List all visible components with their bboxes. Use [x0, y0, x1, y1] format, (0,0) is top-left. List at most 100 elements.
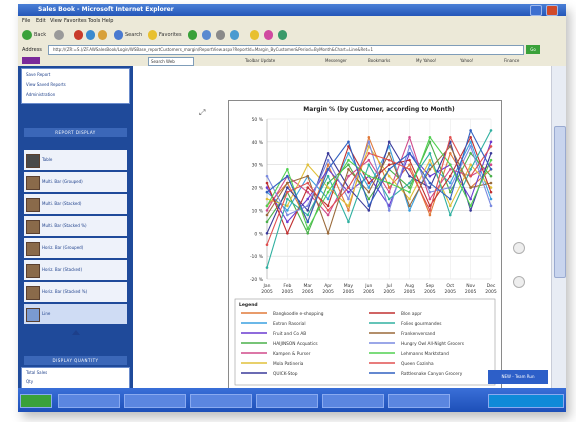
menu-favorites[interactable]: Favorites [64, 18, 87, 24]
legend-entry: HAIJINSON Acquatics [273, 341, 318, 347]
data-point [408, 167, 411, 171]
menu-tools[interactable]: Tools [88, 18, 100, 24]
tools-icon[interactable] [278, 30, 287, 40]
stop-icon[interactable] [74, 30, 83, 40]
report-item-horiz-bar-stacked-pct[interactable]: Horiz. Bar (Stacked %) [24, 282, 127, 302]
quantity-qty[interactable]: Qty [26, 379, 33, 384]
data-point [286, 186, 289, 189]
start-button[interactable] [20, 394, 52, 408]
search-icon[interactable] [114, 30, 123, 40]
data-point [347, 186, 350, 189]
finance-link[interactable]: Finance [502, 57, 521, 64]
legend-entry: Hungry Owl All-Night Grocers [401, 341, 465, 347]
data-point [408, 145, 411, 148]
data-point [367, 190, 371, 194]
data-point [306, 190, 310, 194]
home-icon[interactable] [98, 30, 107, 40]
save-report-link[interactable]: Save Report [26, 72, 50, 77]
x-tick-label: Dec [487, 283, 496, 289]
menu-file[interactable]: File [22, 18, 30, 24]
report-item-multi-bar-stacked-pct[interactable]: Multi. Bar (Stacked %) [24, 216, 127, 236]
search-label[interactable]: Search [125, 32, 142, 38]
notification-popup[interactable]: NEW - Team Run [488, 370, 548, 384]
my-yahoo-link[interactable]: My Yahoo! [414, 57, 438, 64]
edit-icon[interactable] [230, 30, 239, 40]
expand-icon[interactable]: ⤢ [199, 108, 205, 118]
data-point [286, 190, 289, 194]
data-point [387, 140, 391, 144]
data-point [428, 213, 432, 217]
taskbar-item[interactable] [256, 394, 318, 408]
go-button[interactable]: Go [526, 45, 540, 54]
data-point [306, 231, 310, 235]
toolbar-update-link[interactable]: Toolbar Update [243, 57, 277, 64]
data-point [489, 129, 493, 132]
minimize-button[interactable] [530, 5, 542, 16]
report-item-horiz-bar-grouped[interactable]: Horiz. Bar (Grouped) [24, 238, 127, 258]
yahoo-link[interactable]: Yahoo! [458, 57, 475, 64]
zoom-out-button[interactable] [513, 276, 525, 288]
data-point [428, 174, 432, 178]
history-icon[interactable] [188, 30, 197, 40]
report-item-multi-bar-grouped[interactable]: Multi. Bar (Grouped) [24, 172, 127, 192]
data-point [469, 151, 472, 155]
report-item-horiz-bar-stacked[interactable]: Horiz. Bar (Stacked) [24, 260, 127, 280]
data-point [347, 158, 350, 162]
legend-entry: Lehmanns Marktstand [401, 351, 449, 357]
collapse-arrow-icon[interactable] [72, 330, 80, 335]
administration-link[interactable]: Administration [26, 92, 55, 97]
legend-entry: Rattlesnake Canyon Grocery [401, 371, 463, 377]
scrollbar-thumb[interactable] [554, 126, 566, 278]
data-point [428, 209, 432, 212]
refresh-icon[interactable] [86, 30, 95, 40]
report-item-table[interactable]: Table [24, 150, 127, 170]
data-point [428, 186, 432, 189]
taskbar-item[interactable] [388, 394, 450, 408]
yahoo-logo-icon[interactable] [22, 57, 40, 64]
x-tick-label: Jul [385, 283, 391, 289]
x-tick-label: 2005 [424, 289, 436, 295]
messenger-icon[interactable] [264, 30, 273, 40]
taskbar-item[interactable] [322, 394, 384, 408]
back-button[interactable] [22, 30, 32, 40]
data-point [347, 140, 350, 144]
forward-button[interactable] [54, 30, 64, 40]
address-input[interactable]: http://(ZR:=S.)/ZF.AWSalesBook/Login/WSB… [48, 45, 524, 55]
data-point [448, 167, 452, 171]
favorites-label[interactable]: Favorites [159, 32, 182, 38]
messenger-link[interactable]: Messenger [323, 57, 349, 64]
favorites-icon[interactable] [148, 30, 157, 40]
print-icon[interactable] [216, 30, 225, 40]
search-web-field[interactable]: Search Web [148, 57, 194, 66]
bar-chart-icon [26, 286, 40, 300]
mail-icon[interactable] [202, 30, 211, 40]
view-saved-reports-link[interactable]: View Saved Reports [26, 82, 66, 87]
menu-help[interactable]: Help [102, 18, 113, 24]
sidebar-actions-box: Save Report View Saved Reports Administr… [21, 68, 130, 104]
y-tick-label: 30 % [252, 163, 264, 169]
menu-view[interactable]: View [50, 18, 62, 24]
report-item-label: Horiz. Bar (Grouped) [42, 245, 84, 250]
taskbar-item[interactable] [124, 394, 186, 408]
menu-edit[interactable]: Edit [36, 18, 46, 24]
vertical-scrollbar[interactable] [551, 66, 566, 388]
legend-entry: Fruit and Co AB [273, 331, 306, 337]
data-point [306, 197, 310, 201]
zoom-in-button[interactable] [513, 242, 525, 254]
data-point [469, 186, 472, 189]
data-point [387, 158, 391, 162]
legend-entry: QUICK-Stop [273, 371, 298, 377]
report-item-multi-bar-stacked[interactable]: Multi. Bar (Stacked) [24, 194, 127, 214]
quantity-total-sales[interactable]: Total Sales [26, 370, 47, 375]
data-point [367, 135, 371, 139]
report-item-line[interactable]: Line [24, 304, 127, 324]
x-tick-label: Feb [283, 283, 291, 289]
taskbar-item[interactable] [190, 394, 252, 408]
close-button[interactable] [546, 5, 558, 16]
data-point [428, 181, 432, 185]
taskbar-item[interactable] [58, 394, 120, 408]
folder-icon[interactable] [250, 30, 259, 40]
bar-chart-icon [26, 264, 40, 278]
data-point [265, 231, 269, 235]
bookmarks-link[interactable]: Bookmarks [366, 57, 392, 64]
